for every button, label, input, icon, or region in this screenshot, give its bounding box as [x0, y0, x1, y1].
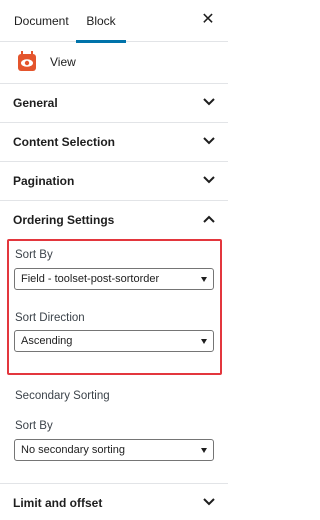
tab-block[interactable]: Block [76, 0, 126, 43]
chevron-down-icon [203, 98, 215, 106]
eye-icon [18, 51, 36, 71]
dropdown-arrow-icon [201, 448, 207, 453]
block-card: View [0, 42, 228, 84]
secondary-sorting-heading: Secondary Sorting [15, 390, 110, 402]
block-title: View [50, 55, 76, 69]
sidebar-tabs: Document Block ✕ [0, 0, 228, 43]
chevron-down-icon [203, 176, 215, 184]
panel-limit-and-offset[interactable]: Limit and offset [0, 483, 228, 520]
panel-ordering-settings[interactable]: Ordering Settings [0, 201, 228, 240]
dropdown-arrow-icon [201, 277, 207, 282]
chevron-down-icon [203, 498, 215, 506]
panel-pagination-title: Pagination [13, 174, 75, 188]
chevron-up-icon [203, 215, 215, 223]
panel-limit-and-offset-title: Limit and offset [13, 496, 103, 510]
tab-document[interactable]: Document [14, 0, 69, 42]
panel-content-selection-title: Content Selection [13, 135, 116, 149]
secondary-sort-by-select[interactable]: No secondary sorting [14, 439, 214, 461]
chevron-down-icon [203, 137, 215, 145]
secondary-sort-by-value: No secondary sorting [21, 444, 125, 456]
sort-direction-select[interactable]: Ascending [14, 330, 214, 352]
dropdown-arrow-icon [201, 339, 207, 344]
panel-general-title: General [13, 96, 58, 110]
panel-pagination[interactable]: Pagination [0, 162, 228, 201]
panel-ordering-settings-title: Ordering Settings [13, 213, 115, 227]
sort-direction-label: Sort Direction [15, 312, 85, 324]
panel-general[interactable]: General [0, 84, 228, 123]
sort-by-value: Field - toolset-post-sortorder [21, 273, 160, 285]
sort-by-select[interactable]: Field - toolset-post-sortorder [14, 268, 214, 290]
panel-content-selection[interactable]: Content Selection [0, 123, 228, 162]
close-icon[interactable]: ✕ [200, 12, 216, 28]
sort-direction-value: Ascending [21, 335, 73, 347]
sort-by-label: Sort By [15, 249, 53, 261]
secondary-sort-by-label: Sort By [15, 420, 53, 432]
